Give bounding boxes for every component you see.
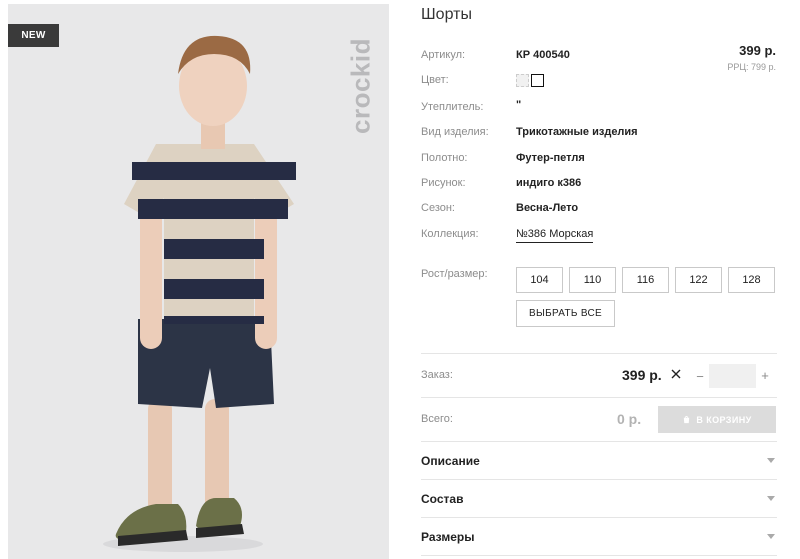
color-swatch-light[interactable]: [516, 74, 529, 87]
color-swatch-selected[interactable]: [531, 74, 544, 87]
add-to-cart-label: В КОРЗИНУ: [696, 414, 752, 425]
attr-label-season: Сезон:: [421, 202, 455, 214]
divider: [421, 517, 777, 518]
size-option-104[interactable]: 104: [516, 267, 563, 293]
total-value: 0 р.: [617, 411, 642, 427]
divider: [421, 441, 777, 442]
divider: [421, 555, 777, 556]
divider: [421, 479, 777, 480]
total-label: Всего:: [421, 413, 453, 425]
attr-label-collection: Коллекция:: [421, 228, 479, 240]
chevron-down-icon: [767, 458, 775, 463]
size-option-128[interactable]: 128: [728, 267, 775, 293]
add-to-cart-button[interactable]: В КОРЗИНУ: [658, 406, 776, 433]
order-label: Заказ:: [421, 369, 453, 381]
chevron-down-icon: [767, 534, 775, 539]
size-option-116[interactable]: 116: [622, 267, 669, 293]
multiply-icon: [671, 369, 681, 379]
cart-icon: [684, 415, 690, 424]
order-price: 399 р.: [622, 367, 662, 383]
collection-link[interactable]: №386 Морская: [516, 228, 594, 243]
attr-label-insulation: Утеплитель:: [421, 101, 484, 113]
divider: [421, 397, 777, 398]
attr-label-fabric: Полотно:: [421, 152, 468, 164]
new-badge: NEW: [8, 24, 59, 47]
quantity-increase-button[interactable]: +: [758, 368, 772, 383]
quantity-input[interactable]: [709, 364, 756, 388]
chevron-down-icon: [767, 496, 775, 501]
size-label: Рост/размер:: [421, 268, 488, 280]
accordion-sizes[interactable]: Размеры: [421, 530, 777, 550]
attr-value-pattern: индиго к386: [516, 177, 582, 189]
size-option-110[interactable]: 110: [569, 267, 616, 293]
size-option-122[interactable]: 122: [675, 267, 722, 293]
brand-logo: crockid: [346, 16, 376, 156]
attr-value-item-type: Трикотажные изделия: [516, 126, 638, 138]
attr-label-pattern: Рисунок:: [421, 177, 466, 189]
attr-value-fabric: Футер-петля: [516, 152, 585, 164]
product-title: Шорты: [421, 6, 472, 23]
accordion-label: Размеры: [421, 530, 475, 544]
attr-value-insulation: ": [516, 99, 522, 111]
accordion-label: Описание: [421, 454, 480, 468]
product-photo[interactable]: NEW crockid: [8, 4, 389, 559]
accordion-composition[interactable]: Состав: [421, 492, 777, 512]
product-price: 399 р.: [739, 43, 776, 58]
accordion-label: Состав: [421, 492, 464, 506]
attr-label-color: Цвет:: [421, 74, 449, 86]
product-rrp: РРЦ: 799 р.: [727, 62, 776, 72]
brand-logo-text: crockid: [345, 38, 376, 134]
select-all-sizes-button[interactable]: ВЫБРАТЬ ВСЕ: [516, 300, 615, 327]
attr-value-season: Весна-Лето: [516, 202, 579, 214]
boy-model-image: [103, 35, 296, 552]
quantity-decrease-button[interactable]: −: [694, 369, 706, 384]
attr-value-article: КР 400540: [516, 49, 570, 61]
divider: [421, 353, 777, 354]
attr-label-item-type: Вид изделия:: [421, 126, 489, 138]
accordion-description[interactable]: Описание: [421, 454, 777, 474]
attr-label-article: Артикул:: [421, 49, 466, 61]
